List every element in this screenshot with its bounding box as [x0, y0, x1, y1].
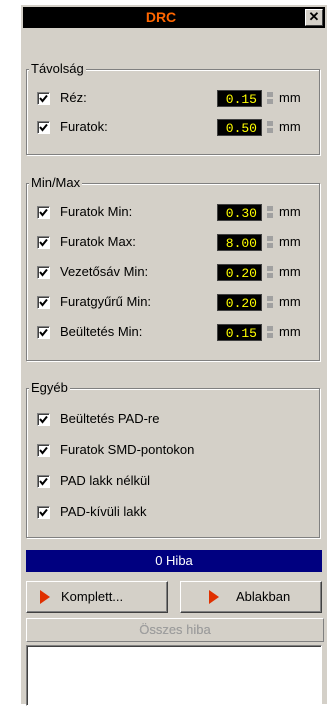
- label-furatok-smd: Furatok SMD-pontokon: [60, 442, 195, 457]
- spinner-beultetes-min[interactable]: [267, 326, 273, 339]
- play-arrow-icon: [209, 590, 219, 604]
- label-furatgyuru-min: Furatgyűrű Min:: [60, 294, 152, 309]
- group-egyeb: Egyéb Beültetés PAD-re Furatok SMD-ponto…: [26, 380, 320, 538]
- value-vezetosav-min[interactable]: 0.20: [217, 264, 262, 281]
- checkbox-furatok-smd[interactable]: [37, 444, 50, 457]
- unit-furatok-max: mm: [279, 234, 301, 249]
- label-vezetosav-min: Vezetősáv Min:: [60, 264, 149, 279]
- error-listbox[interactable]: [26, 645, 322, 706]
- checkmark-icon: [39, 238, 48, 247]
- checkbox-furatok-min[interactable]: [37, 206, 50, 219]
- checkbox-furatgyuru-min[interactable]: [37, 296, 50, 309]
- checkbox-pad-kivuli-lakk[interactable]: [37, 506, 50, 519]
- label-pad-lakk-nelkul: PAD lakk nélkül: [60, 473, 151, 488]
- group-minmax: Min/Max Furatok Min: 0.30 mm Furatok Max…: [26, 175, 320, 361]
- spinner-vezetosav-min[interactable]: [267, 266, 273, 279]
- label-furatok-max: Furatok Max:: [60, 234, 136, 249]
- group-title-minmax: Min/Max: [29, 175, 83, 190]
- unit-vezetosav-min: mm: [279, 264, 301, 279]
- label-furatok: Furatok:: [60, 119, 108, 134]
- window-title: DRC: [145, 9, 177, 25]
- drc-panel: DRC ✕ Távolság Réz: 0.15 mm Furatok: 0.5…: [21, 5, 327, 706]
- spinner-furatok-max[interactable]: [267, 236, 273, 249]
- group-tavolsag: Távolság Réz: 0.15 mm Furatok: 0.50 mm: [26, 61, 320, 155]
- value-furatok[interactable]: 0.50: [217, 119, 262, 136]
- checkmark-icon: [39, 508, 48, 517]
- ablakban-button[interactable]: Ablakban: [180, 581, 322, 613]
- checkmark-icon: [39, 328, 48, 337]
- unit-rez: mm: [279, 90, 301, 105]
- label-beultetes-pad: Beültetés PAD-re: [60, 411, 160, 426]
- checkbox-furatok[interactable]: [37, 121, 50, 134]
- value-furatok-min[interactable]: 0.30: [217, 204, 262, 221]
- label-furatok-min: Furatok Min:: [60, 204, 133, 219]
- unit-beultetes-min: mm: [279, 324, 301, 339]
- checkmark-icon: [39, 94, 48, 103]
- checkmark-icon: [39, 298, 48, 307]
- spinner-furatgyuru-min[interactable]: [267, 296, 273, 309]
- ablakban-label: Ablakban: [236, 589, 291, 604]
- value-rez[interactable]: 0.15: [217, 90, 262, 107]
- title-bar: DRC ✕: [23, 7, 325, 28]
- spinner-furatok-min[interactable]: [267, 206, 273, 219]
- status-bar: 0 Hiba: [26, 550, 322, 572]
- value-furatok-max[interactable]: 8.00: [217, 234, 262, 251]
- unit-furatok: mm: [279, 119, 301, 134]
- label-pad-kivuli-lakk: PAD-kívüli lakk: [60, 504, 147, 519]
- checkmark-icon: [39, 123, 48, 132]
- checkmark-icon: [39, 208, 48, 217]
- unit-furatok-min: mm: [279, 204, 301, 219]
- komplett-button[interactable]: Komplett...: [26, 581, 168, 613]
- group-title-tavolsag: Távolság: [29, 61, 86, 76]
- value-furatgyuru-min[interactable]: 0.20: [217, 294, 262, 311]
- osszes-hiba-button[interactable]: Összes hiba: [26, 618, 324, 642]
- spinner-rez[interactable]: [267, 92, 273, 105]
- checkbox-beultetes-pad[interactable]: [37, 413, 50, 426]
- checkmark-icon: [39, 477, 48, 486]
- osszes-hiba-label: Összes hiba: [139, 622, 211, 637]
- checkbox-beultetes-min[interactable]: [37, 326, 50, 339]
- unit-furatgyuru-min: mm: [279, 294, 301, 309]
- checkbox-rez[interactable]: [37, 92, 50, 105]
- checkmark-icon: [39, 415, 48, 424]
- checkmark-icon: [39, 268, 48, 277]
- group-title-egyeb: Egyéb: [29, 380, 70, 395]
- checkbox-furatok-max[interactable]: [37, 236, 50, 249]
- komplett-label: Komplett...: [61, 589, 124, 604]
- checkbox-vezetosav-min[interactable]: [37, 266, 50, 279]
- checkmark-icon: [39, 446, 48, 455]
- label-beultetes-min: Beültetés Min:: [60, 324, 143, 339]
- label-rez: Réz:: [60, 90, 87, 105]
- spinner-furatok[interactable]: [267, 121, 273, 134]
- checkbox-pad-lakk-nelkul[interactable]: [37, 475, 50, 488]
- value-beultetes-min[interactable]: 0.15: [217, 324, 262, 341]
- play-arrow-icon: [40, 590, 50, 604]
- close-button[interactable]: ✕: [305, 9, 323, 26]
